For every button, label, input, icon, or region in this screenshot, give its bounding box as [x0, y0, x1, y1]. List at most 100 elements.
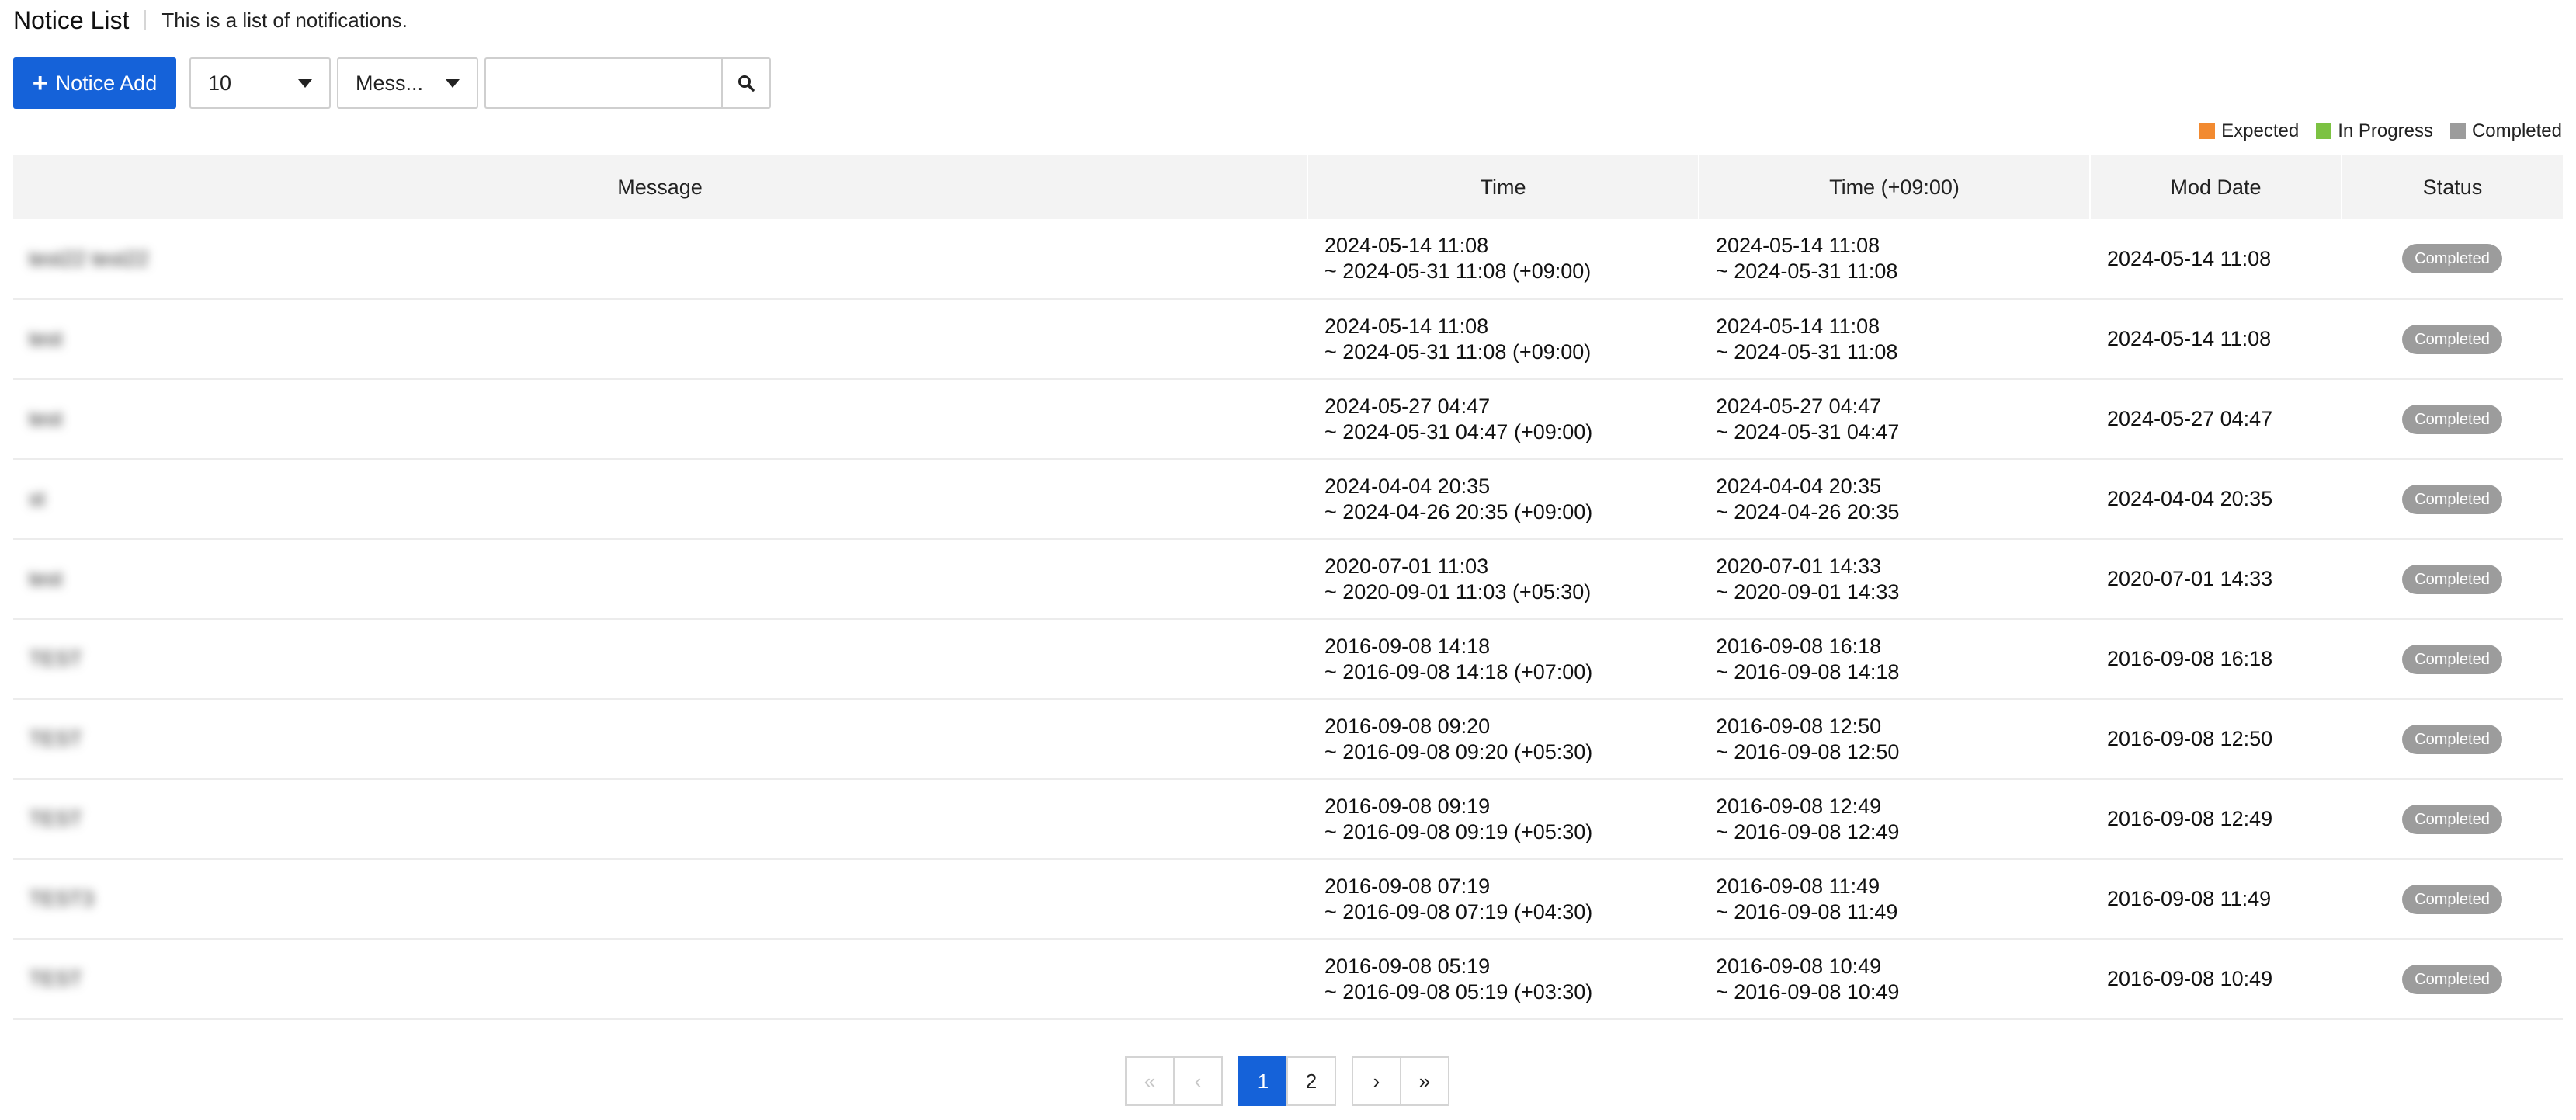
page-size-select[interactable]: 10 [189, 57, 331, 109]
cell-message[interactable]: test [13, 539, 1307, 620]
cell-time-kst: 2024-05-14 11:08 ~ 2024-05-31 11:08 [1699, 299, 2090, 380]
legend-item-completed: Completed [2449, 120, 2562, 142]
search-field-select[interactable]: Mess... [337, 57, 478, 109]
cell-message[interactable]: test22 test22 [13, 219, 1307, 300]
message-text[interactable]: TEST [29, 967, 82, 990]
message-text[interactable]: st [29, 487, 45, 510]
table-row[interactable]: st 2024-04-04 20:35 ~ 2024-04-26 20:35 (+… [13, 459, 2563, 540]
legend-label: Completed [2471, 120, 2562, 141]
page-button-1[interactable]: 1 [1238, 1056, 1288, 1106]
cell-mod-date: 2024-05-14 11:08 [2090, 219, 2342, 300]
notice-table: Message Time Time (+09:00) Mod Date Stat… [13, 155, 2563, 1020]
kst-start: 2016-09-08 16:18 [1716, 634, 1882, 658]
cell-mod-date: 2024-05-27 04:47 [2090, 379, 2342, 460]
page-header: Notice List This is a list of notificati… [13, 5, 408, 36]
last-page-button[interactable]: » [1400, 1056, 1449, 1106]
plus-icon: + [32, 68, 48, 98]
cell-time: 2024-05-14 11:08 ~ 2024-05-31 11:08 (+09:… [1307, 219, 1699, 300]
kst-start: 2024-05-27 04:47 [1716, 394, 1882, 418]
search-button[interactable] [721, 57, 771, 109]
page-button-2[interactable]: 2 [1286, 1056, 1336, 1106]
cell-time-kst: 2016-09-08 11:49 ~ 2016-09-08 11:49 [1699, 859, 2090, 940]
table-row[interactable]: test 2020-07-01 11:03 ~ 2020-09-01 11:03 … [13, 539, 2563, 620]
message-text[interactable]: test [29, 327, 63, 350]
table-row[interactable]: TEST 2016-09-08 14:18 ~ 2016-09-08 14:18 … [13, 619, 2563, 700]
search-input[interactable] [484, 57, 721, 109]
column-header-time[interactable]: Time [1307, 155, 1699, 219]
kst-end: ~ 2016-09-08 10:49 [1716, 979, 1900, 1003]
legend-item-in-progress: In Progress [2316, 120, 2433, 142]
cell-message[interactable]: TEST [13, 779, 1307, 860]
cell-message[interactable]: TEST [13, 699, 1307, 780]
table-row[interactable]: TEST 2016-09-08 05:19 ~ 2016-09-08 05:19 … [13, 939, 2563, 1020]
notice-table-container: Message Time Time (+09:00) Mod Date Stat… [13, 155, 2563, 1020]
time-start: 2020-07-01 11:03 [1324, 554, 1489, 578]
table-row[interactable]: test 2024-05-27 04:47 ~ 2024-05-31 04:47 … [13, 379, 2563, 460]
cell-mod-date: 2016-09-08 12:50 [2090, 699, 2342, 780]
next-page-button[interactable]: › [1352, 1056, 1401, 1106]
message-text[interactable]: test22 test22 [29, 247, 149, 270]
kst-start: 2024-05-14 11:08 [1716, 234, 1880, 257]
cell-message[interactable]: test [13, 299, 1307, 380]
table-row[interactable]: TEST 2016-09-08 09:19 ~ 2016-09-08 09:19 … [13, 779, 2563, 860]
cell-message[interactable]: test [13, 379, 1307, 460]
table-header-row: Message Time Time (+09:00) Mod Date Stat… [13, 155, 2563, 219]
table-row[interactable]: TEST3 2016-09-08 07:19 ~ 2016-09-08 07:19… [13, 859, 2563, 940]
message-text[interactable]: test [29, 407, 63, 430]
notice-add-button[interactable]: + Notice Add [13, 57, 176, 109]
status-badge: Completed [2402, 484, 2502, 514]
table-row[interactable]: test22 test22 2024-05-14 11:08 ~ 2024-05-… [13, 219, 2563, 300]
column-header-status[interactable]: Status [2342, 155, 2563, 219]
kst-end: ~ 2024-05-31 04:47 [1716, 419, 1900, 443]
kst-end: ~ 2016-09-08 12:50 [1716, 739, 1900, 763]
time-start: 2016-09-08 09:20 [1324, 714, 1491, 738]
first-page-button[interactable]: « [1125, 1056, 1175, 1106]
page-description: This is a list of notifications. [161, 8, 408, 32]
cell-time: 2024-05-14 11:08 ~ 2024-05-31 11:08 (+09:… [1307, 299, 1699, 380]
column-header-message[interactable]: Message [13, 155, 1308, 219]
message-text[interactable]: test [29, 567, 63, 590]
page-size-value: 10 [208, 71, 232, 95]
column-header-time-kst[interactable]: Time (+09:00) [1699, 155, 2091, 219]
kst-end: ~ 2024-05-31 11:08 [1716, 259, 1898, 283]
cell-mod-date: 2016-09-08 12:49 [2090, 779, 2342, 860]
time-start: 2024-05-14 11:08 [1324, 314, 1489, 338]
time-end: ~ 2024-05-31 04:47 (+09:00) [1324, 419, 1593, 443]
message-text[interactable]: TEST3 [29, 887, 94, 910]
cell-time: 2024-04-04 20:35 ~ 2024-04-26 20:35 (+09:… [1307, 459, 1699, 540]
cell-message[interactable]: TEST [13, 939, 1307, 1020]
cell-time-kst: 2016-09-08 12:50 ~ 2016-09-08 12:50 [1699, 699, 2090, 780]
cell-time-kst: 2016-09-08 16:18 ~ 2016-09-08 14:18 [1699, 619, 2090, 700]
time-start: 2016-09-08 09:19 [1324, 794, 1491, 818]
table-row[interactable]: test 2024-05-14 11:08 ~ 2024-05-31 11:08 … [13, 299, 2563, 380]
status-badge: Completed [2402, 884, 2502, 914]
cell-status: Completed [2342, 619, 2563, 700]
kst-end: ~ 2024-04-26 20:35 [1716, 499, 1900, 523]
message-text[interactable]: TEST [29, 727, 82, 750]
title-divider [144, 10, 147, 30]
prev-page-button[interactable]: ‹ [1173, 1056, 1223, 1106]
cell-time-kst: 2016-09-08 10:49 ~ 2016-09-08 10:49 [1699, 939, 2090, 1020]
cell-time-kst: 2024-05-14 11:08 ~ 2024-05-31 11:08 [1699, 219, 2090, 300]
time-start: 2016-09-08 07:19 [1324, 874, 1491, 898]
caret-down-icon [446, 78, 460, 88]
cell-message[interactable]: TEST3 [13, 859, 1307, 940]
column-header-mod-date[interactable]: Mod Date [2090, 155, 2342, 219]
time-start: 2024-05-27 04:47 [1324, 394, 1491, 418]
kst-start: 2020-07-01 14:33 [1716, 554, 1882, 578]
cell-message[interactable]: st [13, 459, 1307, 540]
time-end: ~ 2016-09-08 09:19 (+05:30) [1324, 819, 1593, 843]
status-badge: Completed [2402, 964, 2502, 994]
message-text[interactable]: TEST [29, 647, 82, 670]
cell-status: Completed [2342, 379, 2563, 460]
status-badge: Completed [2402, 324, 2502, 354]
search-icon [738, 75, 755, 92]
table-body: test22 test22 2024-05-14 11:08 ~ 2024-05-… [13, 219, 2563, 1020]
cell-status: Completed [2342, 779, 2563, 860]
message-text[interactable]: TEST [29, 807, 82, 830]
status-badge: Completed [2402, 804, 2502, 834]
cell-message[interactable]: TEST [13, 619, 1307, 700]
cell-time: 2016-09-08 05:19 ~ 2016-09-08 05:19 (+03:… [1307, 939, 1699, 1020]
cell-status: Completed [2342, 299, 2563, 380]
table-row[interactable]: TEST 2016-09-08 09:20 ~ 2016-09-08 09:20 … [13, 699, 2563, 780]
